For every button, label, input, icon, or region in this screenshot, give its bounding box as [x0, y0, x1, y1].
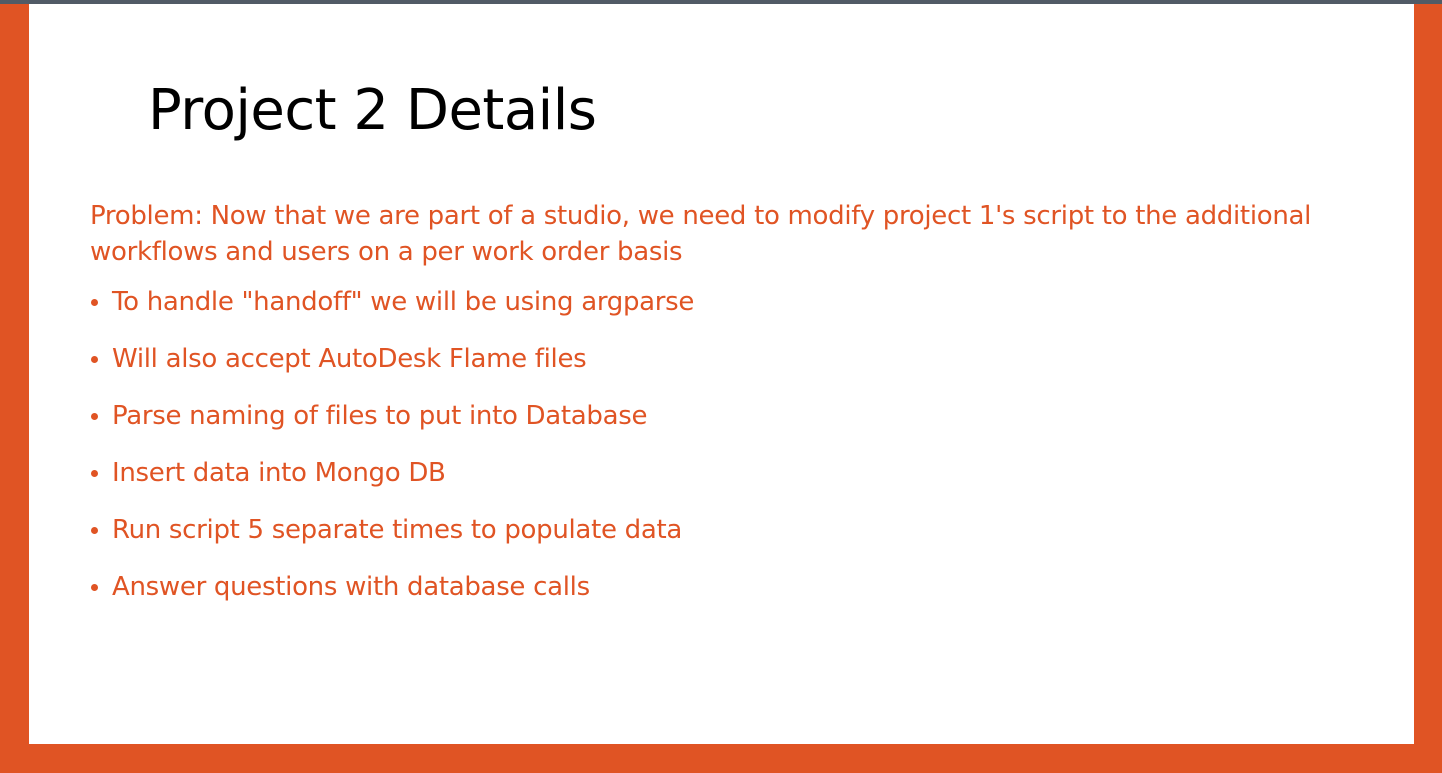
bullet-dot-icon: [91, 299, 98, 306]
bullet-dot-icon: [91, 527, 98, 534]
problem-statement: Problem: Now that we are part of a studi…: [90, 201, 1312, 267]
bullet-text: Will also accept AutoDesk Flame files: [112, 344, 587, 374]
bullet-dot-icon: [91, 413, 98, 420]
bullet-dot-icon: [91, 356, 98, 363]
bullet-text: Run script 5 separate times to populate …: [112, 515, 682, 545]
bullet-item: Answer questions with database calls: [90, 569, 1330, 605]
bullet-text: Insert data into Mongo DB: [112, 458, 446, 488]
slide-body: Problem: Now that we are part of a studi…: [90, 198, 1330, 626]
slide-title: Project 2 Details: [148, 78, 597, 143]
bullet-item: Parse naming of files to put into Databa…: [90, 398, 1330, 434]
bullet-item: To handle "handoff" we will be using arg…: [90, 284, 1330, 320]
bullet-text: Answer questions with database calls: [112, 572, 590, 602]
bullet-dot-icon: [91, 470, 98, 477]
bullet-text: Parse naming of files to put into Databa…: [112, 401, 648, 431]
bullet-list: To handle "handoff" we will be using arg…: [90, 284, 1330, 605]
slide-canvas: Project 2 Details Problem: Now that we a…: [29, 4, 1414, 744]
bullet-text: To handle "handoff" we will be using arg…: [112, 287, 695, 317]
bullet-item: Insert data into Mongo DB: [90, 455, 1330, 491]
bullet-item: Will also accept AutoDesk Flame files: [90, 341, 1330, 377]
bullet-item: Run script 5 separate times to populate …: [90, 512, 1330, 548]
bullet-dot-icon: [91, 584, 98, 591]
